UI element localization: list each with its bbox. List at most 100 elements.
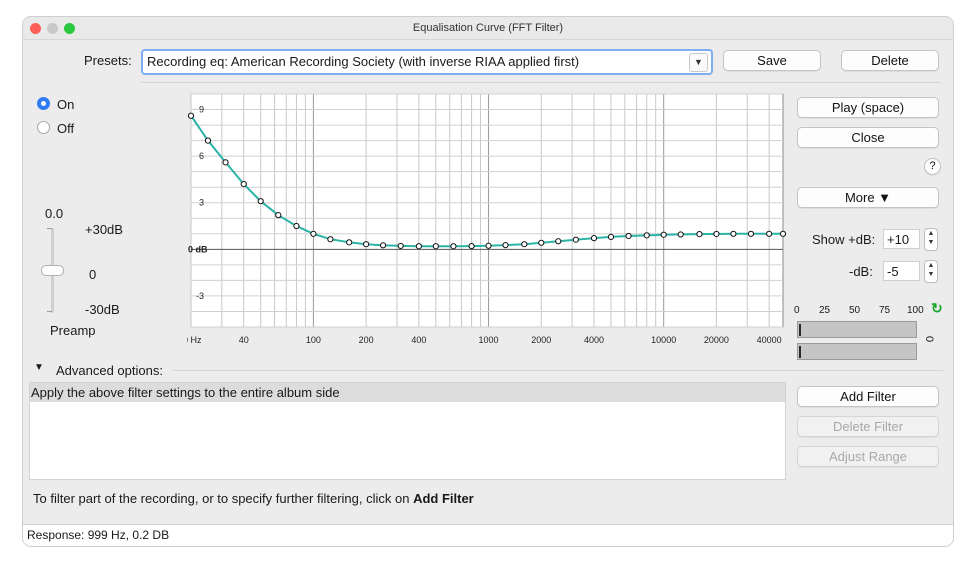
- eq-control-point[interactable]: [240, 180, 247, 188]
- hint-text: To filter part of the recording, or to s…: [33, 491, 414, 506]
- minus-db-label: -dB:: [849, 264, 873, 279]
- eq-control-point[interactable]: [730, 230, 737, 237]
- y-tick-label: 3: [199, 198, 204, 208]
- minus-db-stepper[interactable]: ▲ ▼: [924, 260, 938, 283]
- hint-bold-text: Add Filter: [413, 491, 474, 506]
- eq-control-point[interactable]: [204, 137, 212, 144]
- x-tick-label: 40: [239, 335, 249, 345]
- eq-control-point[interactable]: [187, 112, 195, 119]
- title-bar: Equalisation Curve (FFT Filter): [23, 17, 953, 40]
- preamp-tick: [47, 228, 52, 229]
- eq-control-point[interactable]: [696, 231, 703, 238]
- x-tick-label: 100: [306, 335, 321, 345]
- x-tick-label: 4000: [584, 335, 604, 345]
- eq-control-point[interactable]: [485, 242, 492, 249]
- eq-control-point[interactable]: [713, 230, 720, 238]
- x-tick-label: 20000: [704, 335, 729, 345]
- add-filter-button[interactable]: Add Filter: [797, 386, 939, 407]
- eq-control-point[interactable]: [363, 241, 370, 248]
- eq-window: Equalisation Curve (FFT Filter) Presets:…: [23, 17, 953, 546]
- eq-control-point[interactable]: [747, 230, 755, 237]
- eq-control-point[interactable]: [450, 243, 457, 250]
- y-tick-label: 9: [199, 105, 204, 115]
- eq-control-point[interactable]: [502, 242, 509, 249]
- off-radio-label: Off: [57, 121, 75, 136]
- status-text: Response: 999 Hz, 0.2 DB: [27, 528, 170, 542]
- eq-control-point[interactable]: [677, 231, 684, 238]
- advanced-options-label[interactable]: Advanced options:: [56, 363, 163, 378]
- preamp-slider-thumb[interactable]: [41, 265, 64, 276]
- eq-control-point[interactable]: [572, 236, 579, 243]
- plus-db-field[interactable]: +10: [883, 229, 920, 249]
- meter-tick-label: 0: [794, 305, 800, 316]
- eq-control-point[interactable]: [380, 242, 387, 249]
- eq-control-point[interactable]: [432, 243, 439, 250]
- eq-control-point[interactable]: [555, 238, 562, 245]
- meter-tick-label: 25: [819, 305, 831, 316]
- x-tick-label: 20 Hz: [187, 335, 202, 345]
- level-meter-bottom: [797, 343, 917, 360]
- preamp-mid-label: 0: [89, 267, 97, 282]
- x-tick-label: 10000: [651, 335, 676, 345]
- eq-control-point[interactable]: [415, 243, 422, 250]
- meter-tick-label: 50: [849, 305, 861, 316]
- preamp-caption: Preamp: [50, 323, 96, 338]
- minus-db-field[interactable]: -5: [883, 261, 920, 281]
- eq-control-point[interactable]: [625, 232, 632, 240]
- filter-row-label: Apply the above filter settings to the e…: [31, 385, 340, 400]
- eq-control-point[interactable]: [779, 230, 787, 237]
- meter-indicator: [799, 346, 801, 358]
- eq-control-point[interactable]: [538, 239, 545, 246]
- eq-control-point[interactable]: [660, 231, 667, 238]
- on-radio-label: On: [57, 97, 75, 112]
- x-tick-label: 2000: [531, 335, 551, 345]
- x-tick-label: 40000: [757, 335, 782, 345]
- status-bar: Response: 999 Hz, 0.2 DB: [23, 524, 953, 546]
- eq-control-point[interactable]: [607, 233, 615, 241]
- show-plus-db-label: Show +dB:: [812, 232, 876, 247]
- meter-side-label: 0: [923, 335, 936, 343]
- eq-control-point[interactable]: [766, 230, 773, 237]
- eq-control-point[interactable]: [293, 222, 300, 230]
- adjust-range-button[interactable]: Adjust Range: [797, 446, 939, 467]
- y-tick-label: 6: [199, 151, 204, 161]
- eq-control-point[interactable]: [521, 241, 528, 248]
- eq-control-point[interactable]: [222, 159, 229, 166]
- graph-plot-area[interactable]: [190, 93, 784, 328]
- eq-control-point[interactable]: [257, 198, 264, 205]
- close-button[interactable]: Close: [797, 127, 939, 148]
- eq-control-point[interactable]: [275, 212, 282, 219]
- eq-graph[interactable]: 9 6 3 0 dB -3 20 Hz 40 100 200 400 1000 2000 4000 10…: [187, 92, 797, 354]
- eq-control-point[interactable]: [468, 242, 475, 250]
- filter-list[interactable]: Apply the above filter settings to the e…: [29, 382, 786, 480]
- eq-control-point[interactable]: [397, 242, 404, 250]
- preamp-value: 0.0: [45, 206, 64, 221]
- delete-button[interactable]: Delete: [841, 50, 939, 71]
- add-filter-hint: To filter part of the recording, or to s…: [33, 491, 474, 506]
- on-radio[interactable]: [37, 97, 50, 110]
- off-radio[interactable]: [37, 121, 50, 134]
- eq-control-point[interactable]: [643, 232, 650, 239]
- eq-control-point[interactable]: [346, 239, 353, 246]
- delete-filter-button[interactable]: Delete Filter: [797, 416, 939, 437]
- plus-db-stepper[interactable]: ▲ ▼: [924, 228, 938, 251]
- meter-indicator: [799, 324, 801, 336]
- preamp-bottom-label: -30dB: [85, 302, 120, 317]
- filter-row[interactable]: Apply the above filter settings to the e…: [30, 383, 785, 402]
- more-button[interactable]: More ▼: [797, 187, 939, 208]
- triangle-down-icon[interactable]: ▼: [34, 362, 44, 373]
- preamp-tick: [47, 311, 52, 312]
- level-meter-top: [797, 321, 917, 338]
- reset-meter-icon[interactable]: ↻: [931, 300, 943, 317]
- play-button[interactable]: Play (space): [797, 97, 939, 118]
- help-button[interactable]: ?: [924, 158, 941, 175]
- eq-control-point[interactable]: [327, 236, 334, 243]
- y-tick-label: 0 dB: [188, 244, 208, 254]
- chevron-down-icon[interactable]: ▼: [689, 53, 708, 72]
- eq-control-point[interactable]: [590, 235, 598, 242]
- preamp-top-label: +30dB: [85, 222, 123, 237]
- presets-dropdown[interactable]: Recording eq: American Recording Society…: [141, 49, 713, 75]
- save-button[interactable]: Save: [723, 50, 821, 71]
- eq-control-point[interactable]: [310, 230, 317, 237]
- x-tick-label: 1000: [479, 335, 499, 345]
